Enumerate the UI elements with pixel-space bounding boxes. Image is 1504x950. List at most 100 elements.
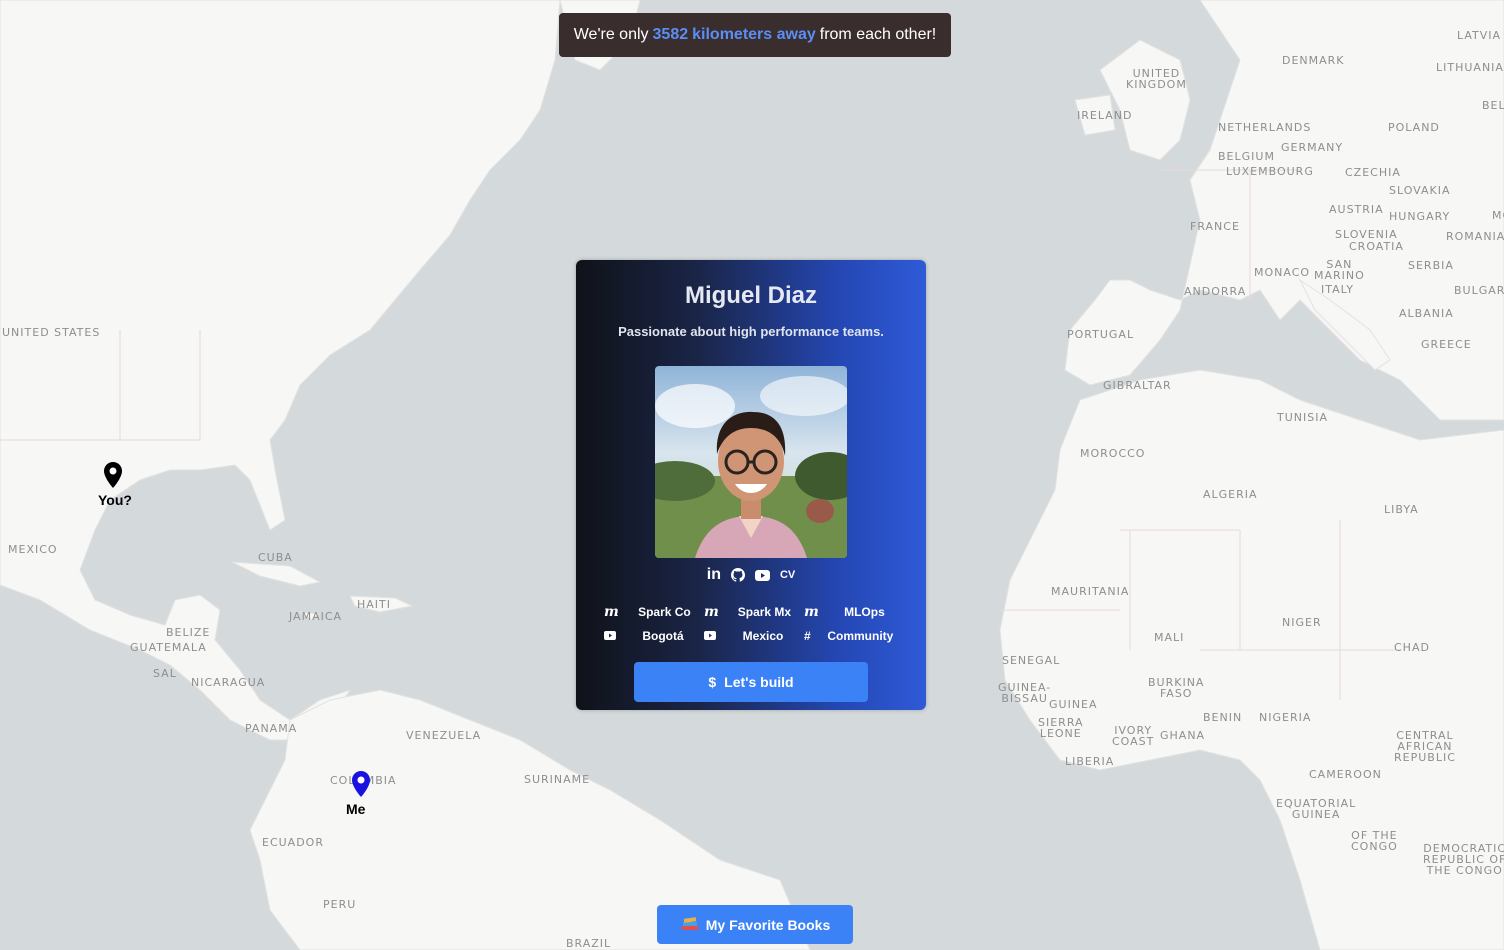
map-label: CZECHIA <box>1345 166 1401 179</box>
map-label: SLOVENIA <box>1335 228 1398 241</box>
banner-distance: 3582 <box>652 26 689 43</box>
me-pin-icon[interactable] <box>352 771 370 797</box>
map-label: GERMANY <box>1281 141 1344 154</box>
map-label: AUSTRIA <box>1329 203 1384 216</box>
map-label: MONACO <box>1254 266 1311 279</box>
profile-card: Miguel Diaz Passionate about high perfor… <box>576 260 926 710</box>
banner-prefix: We're only <box>573 26 649 43</box>
books-icon <box>680 914 700 935</box>
map-label: CENTRAL AFRICAN REPUBLIC <box>1394 729 1456 764</box>
visitor-pin-label: You? <box>98 492 132 508</box>
dollar-icon: $ <box>708 674 717 690</box>
map-label: IRELAND <box>1077 109 1133 122</box>
map-label: BELGIUM <box>1218 150 1275 163</box>
map-label: JAMAICA <box>289 610 343 623</box>
map-label: LUXEMBOURG <box>1226 165 1314 178</box>
community-links: m Spark Co m Spark Mx m MLOps Bogotá Mex… <box>604 604 904 644</box>
map-label: ALGERIA <box>1203 488 1258 501</box>
visitor-pin-icon[interactable] <box>104 462 122 488</box>
map-label: SENEGAL <box>1002 654 1061 667</box>
map-label: LIBYA <box>1384 503 1419 516</box>
link-bogota[interactable]: Bogotá <box>604 628 704 644</box>
map-label: GREECE <box>1421 338 1472 351</box>
map-label: GIBRALTAR <box>1103 379 1172 392</box>
link-mlops[interactable]: m MLOps <box>804 604 904 620</box>
youtube-icon <box>604 629 616 643</box>
banner-unit: kilometers away <box>692 26 816 43</box>
link-label: MLOps <box>844 605 885 619</box>
map-label: CAMEROON <box>1309 768 1382 781</box>
map-label: CHAD <box>1394 641 1430 654</box>
map-label: MEXICO <box>8 543 58 556</box>
distance-banner: We're only 3582 kilometers away from eac… <box>559 13 951 57</box>
map-label: PORTUGAL <box>1067 328 1135 341</box>
me-pin-label: Me <box>346 801 366 817</box>
map-label: OF THE CONGO <box>1351 829 1398 853</box>
map-label: VENEZUELA <box>406 729 482 742</box>
map-label: SAN MARINO <box>1314 258 1365 282</box>
map-label: HAITI <box>357 598 392 611</box>
map-label: UNITED STATES <box>2 326 101 339</box>
meetup-icon: m <box>604 604 619 620</box>
link-label: Spark Mx <box>737 605 792 619</box>
map-label: DEMOCRATIC REPUBLIC OF THE CONGO <box>1423 842 1504 877</box>
profile-tagline: Passionate about high performance teams. <box>618 324 884 339</box>
profile-name: Miguel Diaz <box>684 282 817 309</box>
map-label: SAL <box>153 667 177 680</box>
cv-link[interactable]: CV <box>780 569 795 581</box>
link-spark-co[interactable]: m Spark Co <box>604 604 704 620</box>
map-label: GHANA <box>1160 729 1206 742</box>
map-label: FRANCE <box>1190 220 1240 233</box>
map-label: LIBERIA <box>1065 755 1115 768</box>
map-label: POLAND <box>1388 121 1440 134</box>
link-label: Community <box>827 629 894 643</box>
map-label: MALI <box>1154 631 1185 644</box>
map-label: MAURITANIA <box>1051 585 1130 598</box>
social-links: in CV <box>576 566 926 584</box>
youtube-icon <box>704 629 716 643</box>
youtube-icon[interactable] <box>754 569 770 581</box>
map-label: SURINAME <box>524 773 591 786</box>
map-label: MO <box>1492 209 1504 222</box>
map-label: BULGAR <box>1454 284 1504 297</box>
map-label: BURKINA FASO <box>1148 676 1205 700</box>
map-label: ALBANIA <box>1399 307 1454 320</box>
map-label: ANDORRA <box>1184 285 1247 298</box>
map-label: IVORY COAST <box>1112 724 1155 748</box>
map-label: PERU <box>323 898 357 911</box>
map-label: BEL <box>1482 99 1504 112</box>
lets-build-label: Let's build <box>724 674 794 690</box>
map-label: ECUADOR <box>262 836 324 849</box>
link-mexico[interactable]: Mexico <box>704 628 804 644</box>
map-label: HUNGARY <box>1389 210 1451 223</box>
favorite-books-button[interactable]: My Favorite Books <box>657 905 853 944</box>
map-label: BENIN <box>1203 711 1243 724</box>
map-label: GUATEMALA <box>130 641 207 654</box>
map-label: LITHUANIA <box>1436 61 1504 74</box>
link-community[interactable]: # Community <box>804 628 904 644</box>
lets-build-button[interactable]: $ Let's build <box>634 662 868 702</box>
map-label: NIGERIA <box>1259 711 1312 724</box>
github-icon[interactable] <box>730 568 745 582</box>
map-label: BRAZIL <box>566 937 612 950</box>
map-label: NICARAGUA <box>191 676 266 689</box>
map-label: NIGER <box>1282 616 1322 629</box>
map-label: ROMANIA <box>1446 230 1504 243</box>
linkedin-icon[interactable]: in <box>707 566 721 584</box>
map-label: MOROCCO <box>1080 447 1146 460</box>
map-label: NETHERLANDS <box>1218 121 1312 134</box>
link-spark-mx[interactable]: m Spark Mx <box>704 604 804 620</box>
banner-suffix: from each other! <box>819 26 937 43</box>
map-label: CUBA <box>258 551 293 564</box>
map-label: SLOVAKIA <box>1389 184 1451 197</box>
slack-icon: # <box>804 629 811 643</box>
link-label: Mexico <box>742 629 784 643</box>
map-label: GUINEA- BISSAU <box>998 681 1052 705</box>
map-label: EQUATORIAL GUINEA <box>1276 797 1357 821</box>
link-label: Spark Co <box>638 605 691 619</box>
map-label: ITALY <box>1321 283 1355 296</box>
map-label: PANAMA <box>245 722 298 735</box>
meetup-icon: m <box>704 604 719 620</box>
map-label: UNITED KINGDOM <box>1126 67 1187 91</box>
map-label: GUINEA <box>1049 698 1098 711</box>
